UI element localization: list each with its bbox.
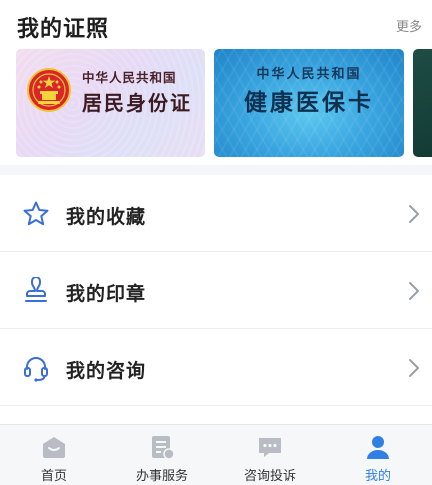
national-emblem-icon (27, 68, 71, 112)
chevron-right-icon (409, 282, 419, 300)
license-carousel[interactable]: 中华人民共和国 居民身份证 中华人民共和国 健康医保卡 (0, 48, 432, 158)
card-country: 中华人民共和国 (82, 70, 177, 85)
chevron-right-icon (409, 359, 419, 377)
tab-label: 我的 (364, 469, 391, 484)
card-name: 健康医保卡 (244, 90, 374, 116)
section-header: 我的证照 更多 (0, 0, 432, 48)
more-link[interactable]: 更多 (396, 16, 422, 35)
tab-services[interactable]: 办事服务 (108, 425, 216, 485)
document-icon (152, 436, 175, 460)
headset-icon (24, 357, 48, 382)
menu-item-consultations[interactable]: 我的咨询 (0, 329, 432, 406)
page-title: 我的证照 (17, 17, 110, 42)
id-card[interactable]: 中华人民共和国 居民身份证 (16, 49, 205, 157)
chevron-right-icon (409, 205, 419, 223)
menu-item-seals[interactable]: 我的印章 (0, 252, 432, 329)
star-icon (23, 201, 49, 226)
menu-item-label: 我的咨询 (66, 360, 147, 382)
tab-consult[interactable]: 咨询投诉 (216, 425, 324, 485)
menu-item-label: 我的收藏 (66, 206, 147, 228)
card-name: 居民身份证 (82, 91, 192, 115)
section-divider (0, 165, 432, 175)
tab-home[interactable]: 首页 (0, 425, 108, 485)
chat-icon (259, 438, 281, 457)
person-icon (367, 436, 389, 459)
health-card[interactable]: 中华人民共和国 健康医保卡 (214, 49, 404, 157)
tab-label: 咨询投诉 (243, 469, 296, 484)
tab-label: 办事服务 (135, 469, 188, 484)
menu-list: 我的收藏 我的印章 我的咨询 (0, 175, 432, 406)
stamp-icon (25, 277, 47, 302)
menu-item-favorites[interactable]: 我的收藏 (0, 175, 432, 252)
home-icon (43, 437, 65, 458)
tab-mine[interactable]: 我的 (324, 425, 432, 485)
tab-label: 首页 (40, 469, 67, 484)
card-country: 中华人民共和国 (256, 67, 362, 82)
bottom-tab-bar: 首页 办事服务 咨询投诉 我的 (0, 424, 432, 485)
menu-item-label: 我的印章 (66, 283, 147, 305)
partial-card[interactable] (413, 49, 432, 157)
